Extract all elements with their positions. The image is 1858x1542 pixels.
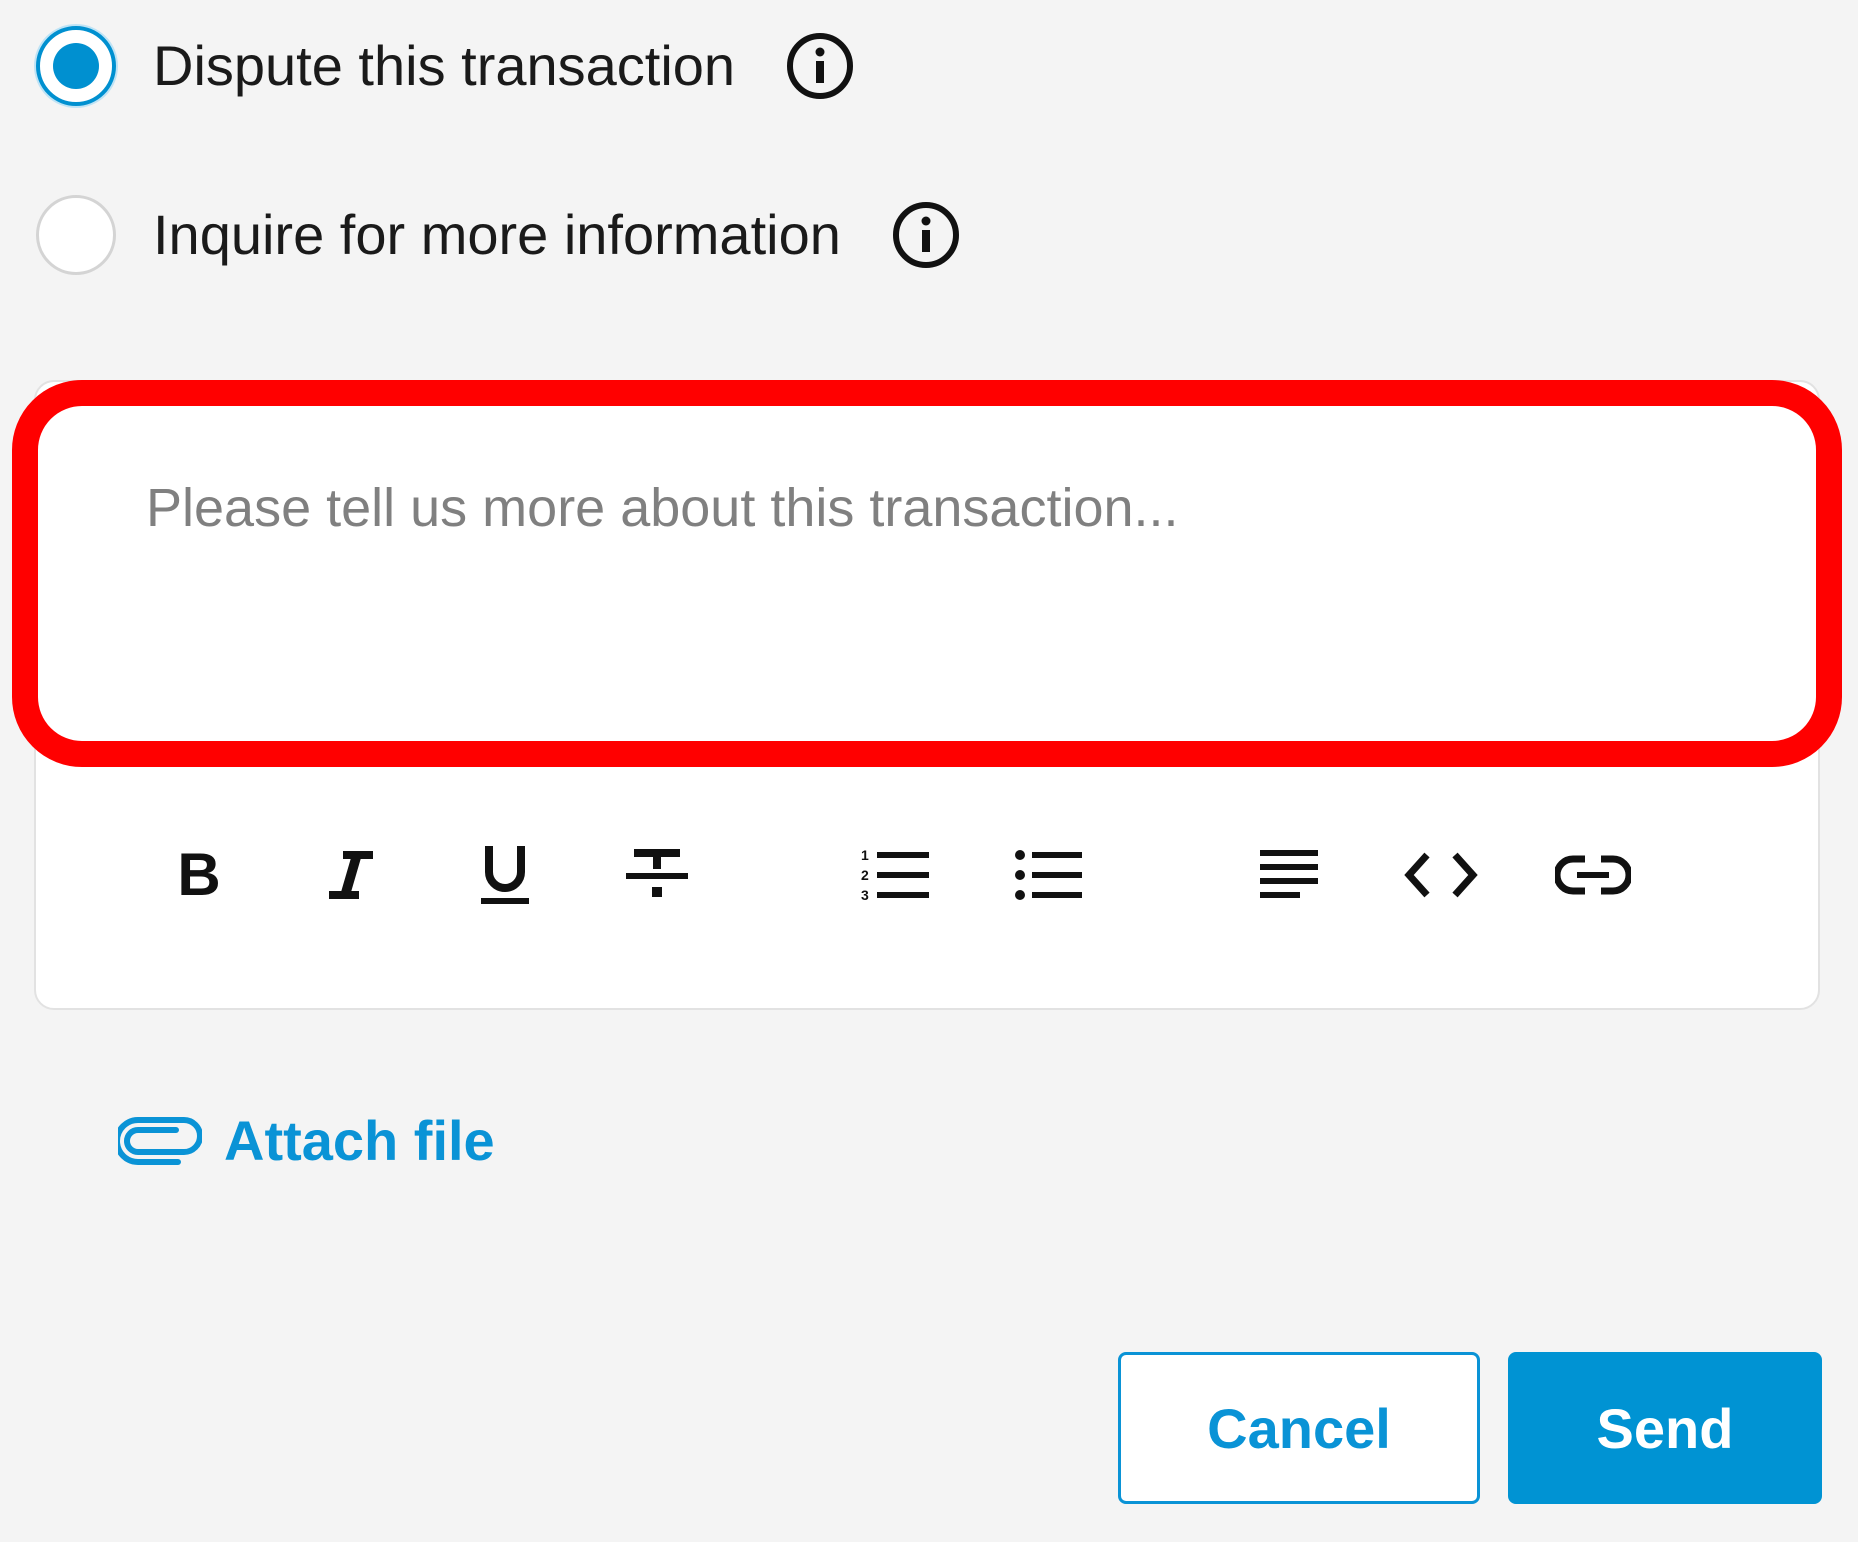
- code-icon: [1404, 852, 1478, 898]
- align-left-icon: [1260, 850, 1318, 898]
- radio-inquire[interactable]: [36, 195, 116, 275]
- italic-button[interactable]: [306, 835, 396, 915]
- underline-button[interactable]: [460, 835, 550, 915]
- option-inquire[interactable]: Inquire for more information: [36, 195, 961, 275]
- radio-dispute[interactable]: [36, 26, 116, 106]
- numbered-list-icon: 1 2 3: [861, 847, 929, 903]
- link-icon: [1555, 855, 1631, 895]
- paperclip-icon: [118, 1116, 202, 1165]
- bold-button[interactable]: B: [154, 835, 244, 915]
- option-dispute-label[interactable]: Dispute this transaction: [153, 38, 735, 94]
- message-input[interactable]: [146, 477, 1746, 539]
- info-icon[interactable]: [785, 31, 855, 101]
- svg-text:3: 3: [861, 887, 869, 903]
- strikethrough-icon: [626, 849, 688, 897]
- bold-icon: B: [177, 847, 220, 903]
- attach-file-label[interactable]: Attach file: [224, 1108, 495, 1173]
- bulleted-list-icon: [1015, 850, 1082, 900]
- strikethrough-button[interactable]: [612, 835, 702, 915]
- cancel-button[interactable]: Cancel: [1118, 1352, 1480, 1504]
- underline-icon: [481, 846, 529, 904]
- attach-file-link[interactable]: Attach file: [118, 1108, 495, 1173]
- message-editor: [34, 380, 1820, 1010]
- code-button[interactable]: [1396, 835, 1486, 915]
- option-inquire-label[interactable]: Inquire for more information: [153, 207, 841, 263]
- option-dispute[interactable]: Dispute this transaction: [36, 26, 855, 106]
- info-icon[interactable]: [891, 200, 961, 270]
- link-button[interactable]: [1548, 835, 1638, 915]
- numbered-list-button[interactable]: 1 2 3: [850, 835, 940, 915]
- svg-text:B: B: [177, 847, 220, 903]
- italic-icon: [329, 851, 373, 899]
- bulleted-list-button[interactable]: [1004, 835, 1094, 915]
- svg-text:2: 2: [861, 867, 869, 883]
- send-button[interactable]: Send: [1508, 1352, 1822, 1504]
- align-left-button[interactable]: [1244, 835, 1334, 915]
- svg-text:1: 1: [861, 847, 869, 863]
